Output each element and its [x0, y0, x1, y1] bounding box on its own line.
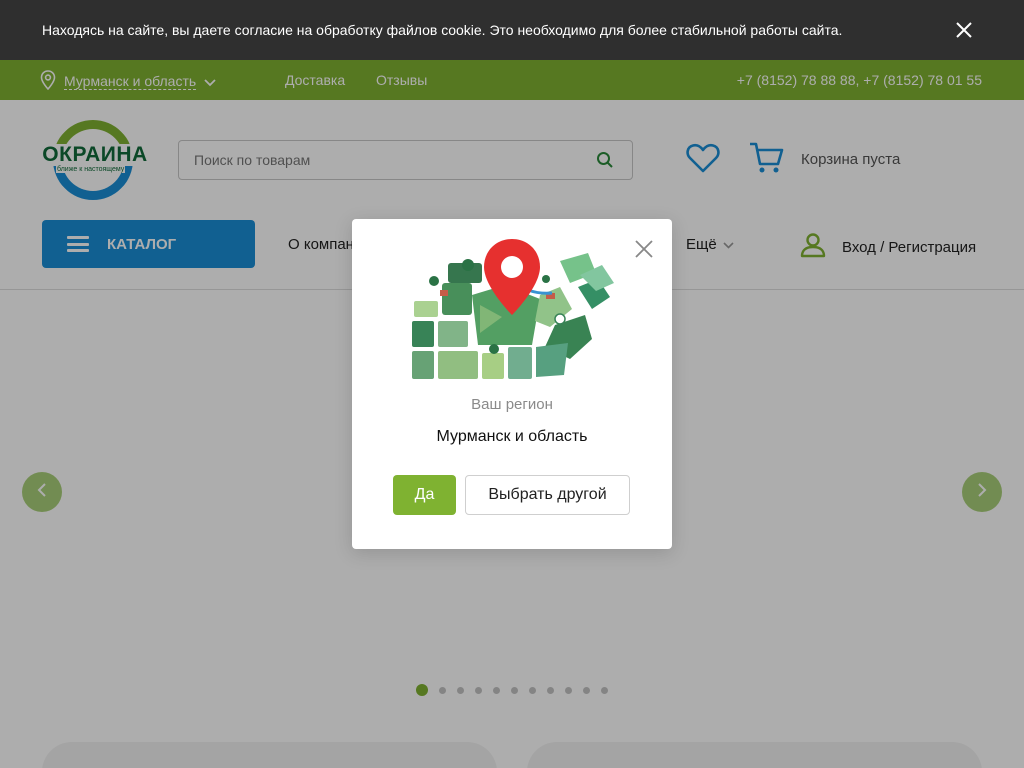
- modal-subtitle: Ваш регион: [471, 396, 553, 413]
- region-modal: Ваш регион Мурманск и область Да Выбрать…: [352, 219, 672, 549]
- choose-other-region-button[interactable]: Выбрать другой: [465, 475, 630, 515]
- cookie-banner: Находясь на сайте, вы даете согласие на …: [0, 0, 1024, 60]
- cookie-text: Находясь на сайте, вы даете согласие на …: [42, 22, 843, 38]
- close-icon[interactable]: [635, 240, 653, 263]
- close-icon[interactable]: [954, 20, 974, 40]
- modal-region-name: Мурманск и область: [436, 428, 588, 445]
- confirm-region-button[interactable]: Да: [393, 475, 456, 515]
- region-map-illustration: [412, 239, 614, 379]
